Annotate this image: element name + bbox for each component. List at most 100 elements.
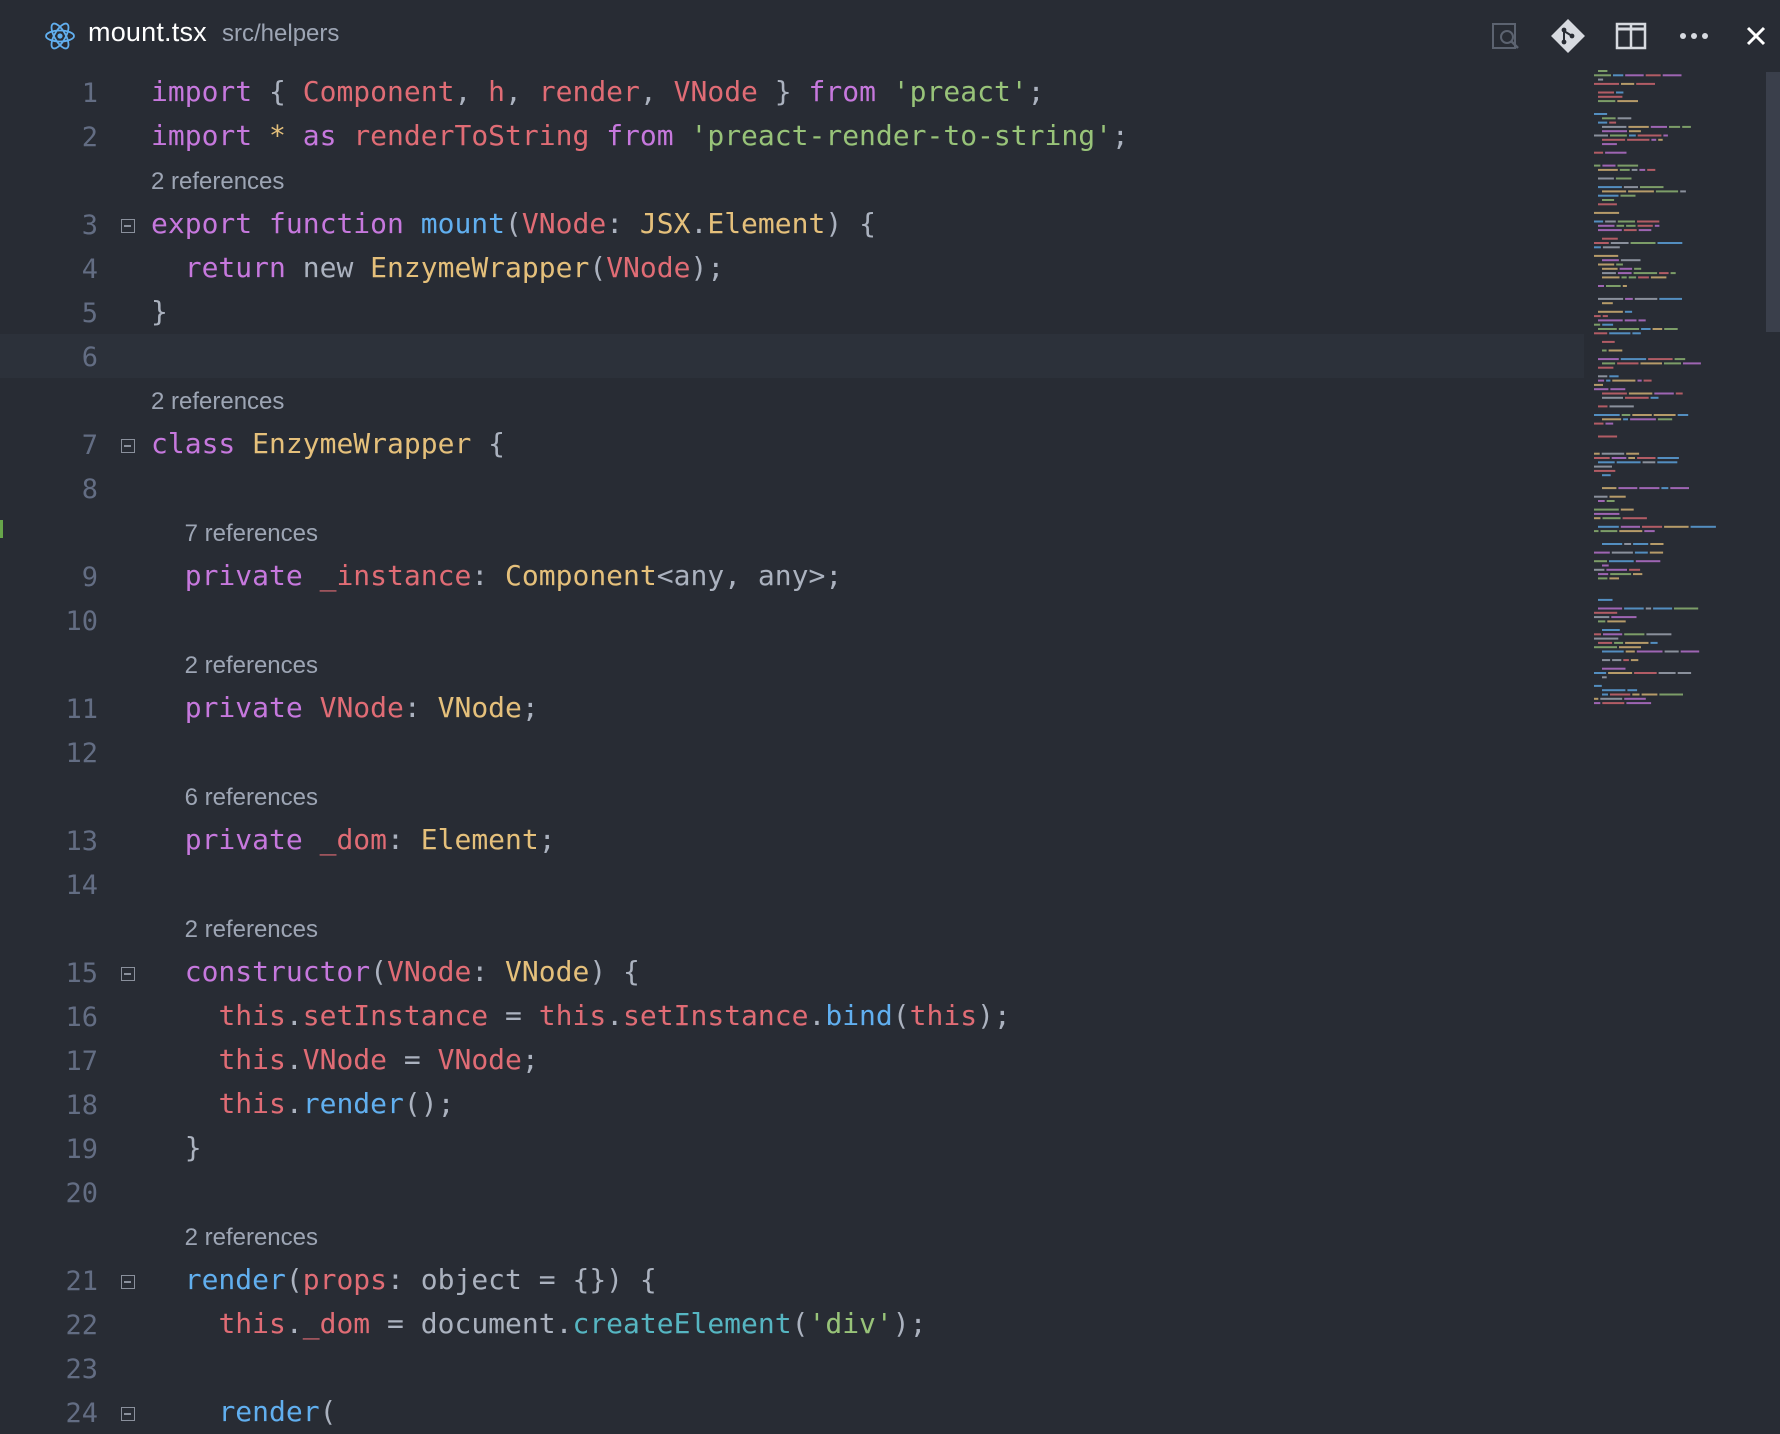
tab-file-name[interactable]: mount.tsx bbox=[88, 17, 207, 48]
minimap-line bbox=[1617, 362, 1639, 365]
minimap-line bbox=[1598, 328, 1617, 330]
minimap-line bbox=[1625, 297, 1633, 300]
minimap-line bbox=[1654, 392, 1674, 395]
minimap-line bbox=[1594, 512, 1620, 515]
minimap-line bbox=[1618, 328, 1640, 330]
code-line[interactable]: 23 bbox=[0, 1346, 1584, 1390]
scrollbar-thumb[interactable] bbox=[1766, 72, 1780, 332]
minimap-line bbox=[1602, 349, 1607, 352]
code-token: . bbox=[285, 1307, 303, 1340]
code-line[interactable]: 11 private VNode: VNode; bbox=[0, 686, 1584, 730]
code-line[interactable]: 12 bbox=[0, 730, 1584, 774]
minimap-line bbox=[1598, 598, 1613, 601]
code-lens-references[interactable]: 2 references bbox=[185, 652, 318, 680]
minimap-line bbox=[1617, 272, 1632, 275]
code-line[interactable]: 10 bbox=[0, 598, 1584, 642]
code-token: ( bbox=[791, 1307, 809, 1340]
split-editor-button[interactable] bbox=[1609, 14, 1653, 58]
minimap-line bbox=[1598, 194, 1619, 197]
code-line[interactable]: 13 private _dom: Element; bbox=[0, 818, 1584, 862]
code-editor[interactable]: 1 import { Component, h, render, VNode } … bbox=[0, 70, 1584, 1432]
fold-toggle-icon[interactable] bbox=[121, 1275, 135, 1289]
fold-toggle-icon[interactable] bbox=[121, 967, 135, 981]
code-token: mount bbox=[420, 207, 506, 240]
close-editor-button[interactable] bbox=[1734, 14, 1778, 58]
code-line[interactable]: 5} bbox=[0, 290, 1584, 334]
minimap-line bbox=[1602, 125, 1627, 128]
code-line[interactable]: 24 render( bbox=[0, 1390, 1584, 1434]
minimap-line bbox=[1624, 697, 1646, 700]
code-lens-references[interactable]: 6 references bbox=[185, 784, 318, 812]
code-token: VNode bbox=[437, 1043, 522, 1076]
code-line[interactable]: 22 this._dom = document.createElement('d… bbox=[0, 1302, 1584, 1346]
line-number: 11 bbox=[65, 694, 98, 725]
minimap-line bbox=[1613, 74, 1624, 77]
code-line[interactable]: 15 constructor(VNode: VNode) { bbox=[0, 950, 1584, 994]
minimap-line bbox=[1598, 263, 1615, 266]
minimap-line bbox=[1598, 319, 1623, 322]
code-token: VNode bbox=[437, 691, 522, 724]
code-line[interactable]: 19 } bbox=[0, 1126, 1584, 1170]
code-line[interactable]: 9 private _instance: Component<any, any>… bbox=[0, 554, 1584, 598]
code-lens-references[interactable]: 2 references bbox=[151, 168, 284, 196]
minimap-line bbox=[1650, 276, 1667, 279]
code-lens-references[interactable]: 2 references bbox=[185, 916, 318, 944]
code-token: ) { bbox=[589, 955, 640, 988]
minimap-line bbox=[1611, 551, 1633, 554]
code-line[interactable]: 3 export function mount(VNode: JSX.Elemen… bbox=[0, 202, 1584, 246]
code-line[interactable]: 20 bbox=[0, 1170, 1584, 1214]
code-line[interactable]: 17 this.VNode = VNode; bbox=[0, 1038, 1584, 1082]
fold-toggle-icon[interactable] bbox=[121, 1407, 135, 1421]
minimap-line bbox=[1626, 452, 1640, 455]
minimap-line bbox=[1612, 379, 1636, 382]
minimap-line bbox=[1610, 693, 1631, 696]
code-token: ) { bbox=[825, 207, 876, 240]
code-line[interactable]: 6 bbox=[0, 334, 1584, 378]
line-number: 9 bbox=[81, 562, 98, 593]
fold-toggle-icon[interactable] bbox=[121, 439, 135, 453]
code-token: 'preact' bbox=[892, 75, 1028, 108]
minimap-line bbox=[1598, 641, 1613, 644]
code-token: VNode bbox=[505, 955, 590, 988]
code-line[interactable]: 2 import * as renderToString from 'preact… bbox=[0, 114, 1584, 158]
code-line[interactable]: 21 render(props: object = {}) { bbox=[0, 1258, 1584, 1302]
code-token: ; bbox=[521, 1043, 539, 1076]
find-references-button[interactable] bbox=[1484, 14, 1528, 58]
minimap-line bbox=[1602, 138, 1626, 141]
line-number: 1 bbox=[81, 78, 98, 109]
code-token: from bbox=[606, 119, 674, 152]
minimap-line bbox=[1602, 474, 1611, 477]
code-token: : bbox=[387, 823, 421, 856]
line-number: 8 bbox=[81, 474, 98, 505]
minimap-line bbox=[1598, 70, 1608, 72]
code-line[interactable]: 1 import { Component, h, render, VNode } … bbox=[0, 70, 1584, 114]
code-text: constructor(VNode: VNode) { bbox=[151, 955, 640, 988]
code-line[interactable]: 14 bbox=[0, 862, 1584, 906]
code-line[interactable]: 7 class EnzymeWrapper { bbox=[0, 422, 1584, 466]
code-lens-references[interactable]: 7 references bbox=[185, 520, 318, 548]
code-line[interactable]: 4 return new EnzymeWrapper(VNode); bbox=[0, 246, 1584, 290]
code-line[interactable]: 8 bbox=[0, 466, 1584, 510]
minimap-line bbox=[1602, 199, 1615, 201]
minimap-line bbox=[1657, 242, 1683, 244]
minimap-line bbox=[1650, 543, 1664, 545]
minimap-line bbox=[1631, 168, 1638, 171]
code-line[interactable]: 18 this.render(); bbox=[0, 1082, 1584, 1126]
code-lens-references[interactable]: 2 references bbox=[185, 1224, 318, 1252]
code-token: _dom bbox=[319, 823, 388, 856]
minimap-line bbox=[1594, 469, 1616, 472]
fold-toggle-icon[interactable] bbox=[121, 219, 135, 233]
minimap[interactable] bbox=[1592, 70, 1732, 770]
code-lens-references[interactable]: 2 references bbox=[151, 388, 284, 416]
git-button[interactable] bbox=[1546, 14, 1590, 58]
minimap-line bbox=[1659, 272, 1669, 275]
code-token: . bbox=[606, 999, 624, 1032]
code-line[interactable]: 16 this.setInstance = this.setInstance.b… bbox=[0, 994, 1584, 1038]
more-actions-button[interactable] bbox=[1672, 14, 1716, 58]
minimap-line bbox=[1654, 224, 1660, 227]
minimap-line bbox=[1639, 168, 1646, 171]
minimap-line bbox=[1598, 168, 1618, 171]
minimap-line bbox=[1657, 457, 1679, 459]
